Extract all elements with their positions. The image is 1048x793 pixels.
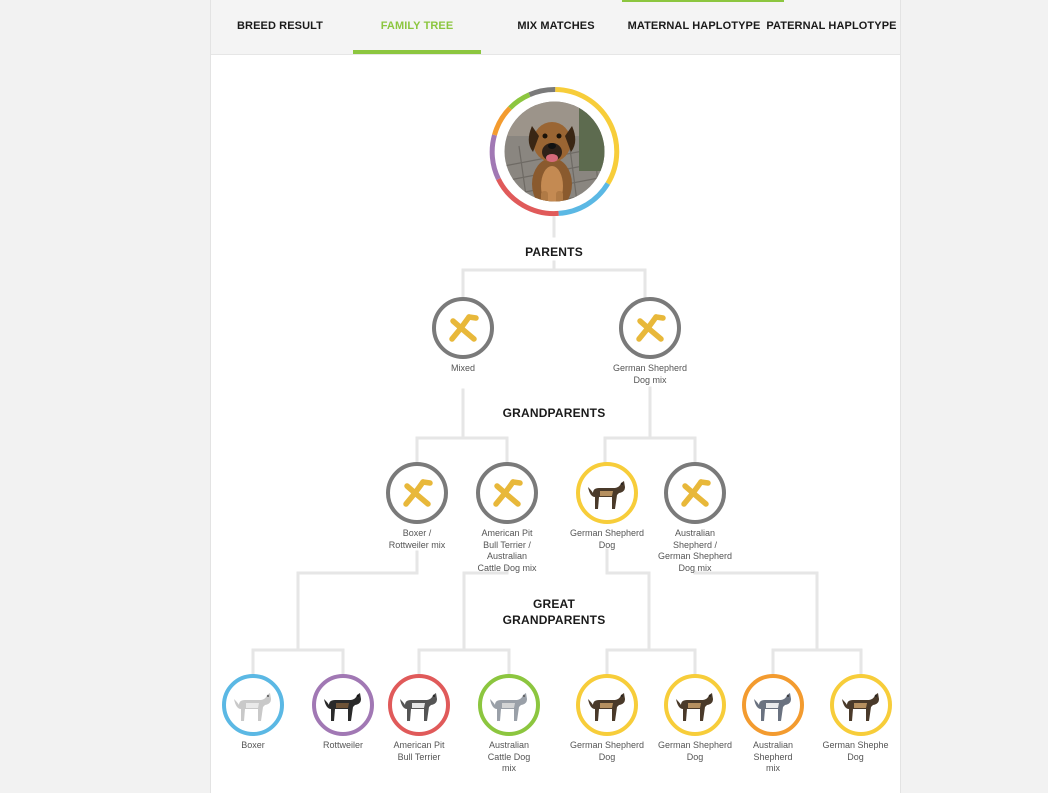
breed-composition-ring (489, 86, 620, 217)
mix-icon (397, 473, 437, 513)
node-label-line: Dog mix (678, 562, 712, 573)
node-label-line: Shepherd (753, 751, 793, 762)
node-label: American Pit Bull Terrier (369, 740, 469, 763)
node-label: German Shepherd Dog (557, 740, 657, 763)
node-label: Mixed (413, 363, 513, 375)
great-grandparent-node[interactable] (312, 674, 374, 736)
parent-node[interactable] (619, 297, 681, 359)
node-label-line: German Shepherd (657, 551, 733, 561)
node-label: Australian Cattle Dog mix (459, 740, 559, 775)
node-label-line: mix (502, 763, 516, 773)
great-grandparent-node[interactable] (576, 674, 638, 736)
mix-icon (443, 308, 483, 348)
parents-heading: PARENTS (525, 245, 583, 259)
node-label: German Shepherd Dog mix (600, 363, 700, 386)
node-label-line: American Pit (481, 528, 533, 538)
node-label-line: Rottweiler mix (388, 539, 446, 550)
great-grandparent-node[interactable] (830, 674, 892, 736)
pitbull-icon (397, 685, 441, 725)
grandparents-heading: GRANDPARENTS (502, 406, 606, 420)
node-label-line: Australian (488, 740, 530, 750)
results-panel: BREED RESULT FAMILY TREE MIX MATCHES MAT… (210, 0, 901, 793)
node-label-line: Cattle Dog mix (477, 562, 537, 573)
node-label: German Shepherd Dog (557, 528, 657, 551)
great-grandparent-node[interactable] (222, 674, 284, 736)
node-label: Australian Shepherd / German Shepherd Dog m… (645, 528, 745, 574)
great-grandparents-heading: GREAT GRANDPARENTS (484, 596, 624, 628)
node-label-line: Bull Terrier / (483, 539, 531, 550)
node-label-line: Boxer / (402, 528, 432, 538)
grandparent-node[interactable] (664, 462, 726, 524)
german-shepherd-icon (585, 473, 629, 513)
mix-icon (630, 308, 670, 348)
node-label-line: Dog (598, 539, 616, 550)
german-shepherd-icon (673, 685, 717, 725)
rottweiler-icon (321, 685, 365, 725)
mix-icon (487, 473, 527, 513)
node-label-line: Australian (486, 551, 528, 561)
node-label-line: Cattle Dog (487, 751, 531, 762)
parent-node[interactable] (432, 297, 494, 359)
node-label: Australian Shepherd mix (723, 740, 823, 775)
grandparent-node[interactable] (476, 462, 538, 524)
node-label-line: Dog (598, 751, 616, 762)
main-dog-avatar[interactable] (489, 86, 620, 217)
heading-line: GREAT (532, 597, 576, 611)
node-label: American Pit Bull Terrier / Australian Catt… (457, 528, 557, 574)
grandparent-node[interactable] (576, 462, 638, 524)
australian-shepherd-icon (751, 685, 795, 725)
node-label: Boxer / Rottweiler mix (367, 528, 467, 551)
node-label-line: German Shepherd (569, 528, 645, 538)
german-shepherd-icon (839, 685, 883, 725)
node-label-line: Australian (674, 528, 716, 538)
heading-line: GRANDPARENTS (502, 613, 606, 627)
cattle-dog-icon (487, 685, 531, 725)
node-label-line: Bull Terrier (397, 751, 441, 762)
great-grandparent-node[interactable] (388, 674, 450, 736)
great-grandparent-node[interactable] (742, 674, 804, 736)
node-label-line: Dog (847, 751, 864, 762)
node-label-line: Dog mix (633, 374, 667, 385)
node-label-line: German Shephe (822, 740, 889, 750)
node-label: German Shephe Dog (811, 740, 900, 763)
node-label-line: Mixed (450, 363, 475, 373)
node-label-line: German Shepherd (612, 363, 688, 373)
boxer-icon (231, 685, 275, 725)
grandparent-node[interactable] (386, 462, 448, 524)
node-label-line: Australian (752, 740, 794, 750)
node-label-line: German Shepherd (569, 740, 645, 750)
german-shepherd-icon (585, 685, 629, 725)
node-label-line: Shepherd / (672, 539, 718, 550)
mix-icon (675, 473, 715, 513)
node-label: Boxer (203, 740, 303, 752)
great-grandparent-node[interactable] (478, 674, 540, 736)
node-label-line: mix (766, 763, 780, 773)
great-grandparent-node[interactable] (664, 674, 726, 736)
node-label-line: Boxer (241, 740, 265, 750)
node-label-line: American Pit (393, 740, 445, 750)
